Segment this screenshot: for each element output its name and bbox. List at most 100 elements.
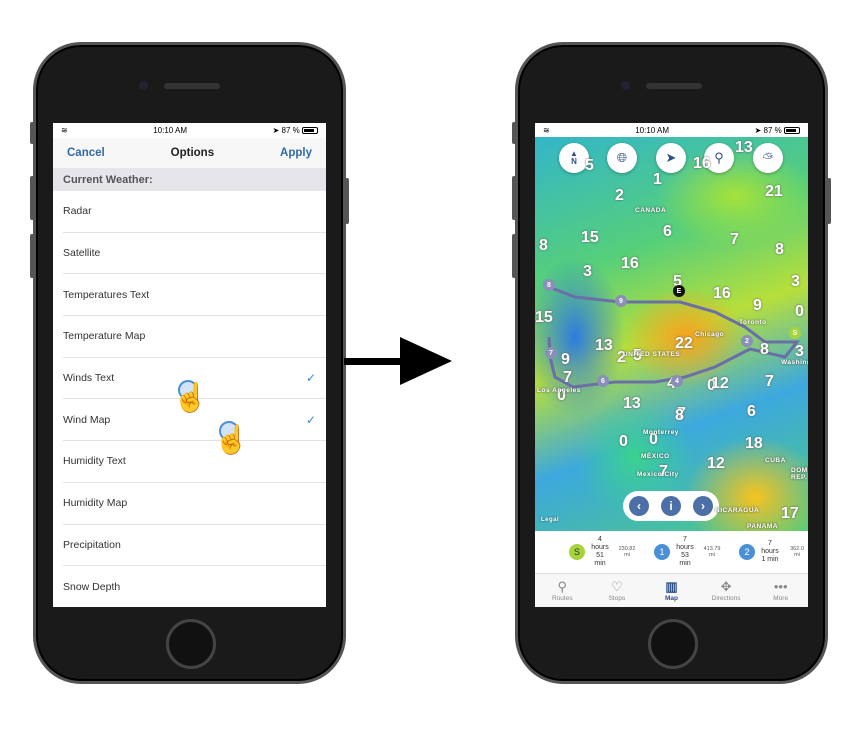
place-label: Chicago <box>695 331 725 338</box>
tab-map[interactable]: ▥ Map <box>644 574 699 607</box>
wind-speed-label: 17 <box>781 505 799 522</box>
wind-speed-label: 16 <box>713 285 731 302</box>
status-bar: ≋ 10:10 AM ➤ 87 % <box>535 123 808 138</box>
status-bar: ≋ 10:10 AM ➤ 87 % <box>53 123 326 138</box>
tab-label: Stops <box>608 595 626 602</box>
phone-options: ≋ 10:10 AM ➤ 87 % Cancel Options Apply C… <box>33 42 346 684</box>
wind-speed-label: 9 <box>561 351 570 368</box>
leg-duration: 7 hours 53 min <box>670 536 700 568</box>
apply-button[interactable]: Apply <box>280 147 312 159</box>
distance-part: mi <box>624 552 630 558</box>
checkmark-icon: ✓ <box>305 412 316 427</box>
page-title: Options <box>170 147 215 159</box>
duration-part: 1 min <box>761 556 779 563</box>
wind-speed-label: 8 <box>760 341 769 358</box>
map-icon: ▥ <box>665 579 678 594</box>
route-summary[interactable]: S 4 hours 51 min 230.82 mi 1 7 hours 53 min 413.79 mi… <box>535 531 808 573</box>
stop-marker: S <box>569 544 585 560</box>
leg-distance: 362.0 mi <box>785 546 808 558</box>
place-label: NICARAGUA <box>715 507 760 514</box>
tab-label: Routes <box>551 595 573 602</box>
prev-button[interactable]: ‹ <box>629 496 649 516</box>
route-leg[interactable]: S 4 hours 51 min 230.82 mi <box>569 536 654 568</box>
leg-duration: 4 hours 51 min <box>585 536 615 568</box>
location-button[interactable]: ➤ <box>656 143 686 173</box>
wind-speed-label: 7 <box>730 231 739 248</box>
route-leg[interactable]: 1 7 hours 53 min 413.79 mi <box>654 536 739 568</box>
option-row[interactable]: Humidity Map <box>63 483 326 525</box>
option-row[interactable]: Temperatures Text <box>63 274 326 317</box>
home-button[interactable] <box>648 619 698 669</box>
weather-icon: ⛅︎ <box>762 150 774 165</box>
info-button[interactable]: i <box>661 496 681 516</box>
route-marker[interactable]: 7 <box>545 347 557 359</box>
next-button[interactable]: › <box>693 496 713 516</box>
status-right: ➤ 87 % <box>273 126 318 135</box>
duration-part: hours <box>761 548 779 555</box>
wind-speed-label: 2 <box>615 187 624 204</box>
route-marker[interactable]: 2 <box>741 335 753 347</box>
globe-icon: 🌐︎ <box>616 150 628 165</box>
weather-button[interactable]: ⛅︎ <box>753 143 783 173</box>
option-label: Wind Map <box>63 413 111 426</box>
camera <box>621 81 630 90</box>
route-leg[interactable]: 2 7 hours 1 min 362.0 mi <box>739 540 808 564</box>
route-marker[interactable]: E <box>673 285 685 297</box>
wind-speed-label: 6 <box>663 223 672 240</box>
option-row[interactable]: Radar <box>63 191 326 233</box>
leg-duration: 7 hours 1 min <box>755 540 785 564</box>
option-label: Winds Text <box>63 372 115 385</box>
option-row[interactable]: Temperature Map <box>63 316 326 358</box>
cancel-button[interactable]: Cancel <box>67 147 105 159</box>
wind-speed-label: 15 <box>581 229 599 246</box>
wind-speed-label: 16 <box>621 255 639 272</box>
tab-routes[interactable]: ⚲ Routes <box>535 574 590 607</box>
wind-speed-label: 0 <box>619 433 628 450</box>
leg-distance: 413.79 mi <box>700 546 724 558</box>
duration-part: 4 <box>598 536 602 543</box>
tab-label: Map <box>664 595 678 602</box>
place-label: Toronto <box>739 319 767 326</box>
route-marker[interactable]: S <box>789 327 801 339</box>
duration-part: 51 <box>596 552 604 559</box>
duration-part: 53 <box>681 552 689 559</box>
stops-icon: ♡ <box>611 579 623 594</box>
route-marker[interactable]: 9 <box>615 295 627 307</box>
place-label: DOMINICAN REP. <box>791 467 808 481</box>
tab-directions[interactable]: ✥ Directions <box>699 574 754 607</box>
stop-marker: 2 <box>739 544 755 560</box>
route-marker[interactable]: 6 <box>597 375 609 387</box>
wind-speed-label: 12 <box>711 375 729 392</box>
route-marker[interactable]: 4 <box>671 375 683 387</box>
option-label: Radar <box>63 205 92 218</box>
more-icon: ••• <box>773 579 788 594</box>
wind-speed-label: 9 <box>753 297 762 314</box>
option-label: Humidity Map <box>63 497 128 510</box>
duration-part: 7 <box>683 536 687 543</box>
duration-part: hours <box>591 544 609 551</box>
wifi-icon: ≋ <box>543 126 550 135</box>
option-row[interactable]: Humidity Text <box>63 441 326 483</box>
tab-stops[interactable]: ♡ Stops <box>590 574 645 607</box>
wind-speed-label: 16 <box>693 155 711 172</box>
search-icon: ⚲ <box>714 150 724 165</box>
map-pager: ‹ i › <box>623 491 719 521</box>
battery-icon <box>301 127 318 135</box>
wind-speed-label: 13 <box>595 337 613 354</box>
globe-button[interactable]: 🌐︎ <box>607 143 637 173</box>
wind-speed-label: 15 <box>535 309 553 326</box>
option-row[interactable]: Satellite <box>63 233 326 275</box>
wind-speed-label: 3 <box>791 273 800 290</box>
place-label: MÉXICO <box>641 453 670 460</box>
speaker <box>164 83 220 89</box>
option-row[interactable]: Snow Depth <box>63 566 326 607</box>
tab-more[interactable]: ••• More <box>753 574 808 607</box>
place-label: PANAMA <box>747 523 779 530</box>
weather-map[interactable]: ▲ N 🌐︎ ➤ ⚲ ⛅︎ Legal ‹ i › 5 2 1 16 13 21 8 15 6 7 8… <box>535 137 808 531</box>
legal-link[interactable]: Legal <box>541 517 559 523</box>
route-marker[interactable]: 8 <box>543 279 555 291</box>
option-row[interactable]: Precipitation <box>63 525 326 567</box>
wind-speed-label: 8 <box>675 407 684 424</box>
home-button[interactable] <box>166 619 216 669</box>
compass-north-icon: ▲ N <box>570 149 578 166</box>
